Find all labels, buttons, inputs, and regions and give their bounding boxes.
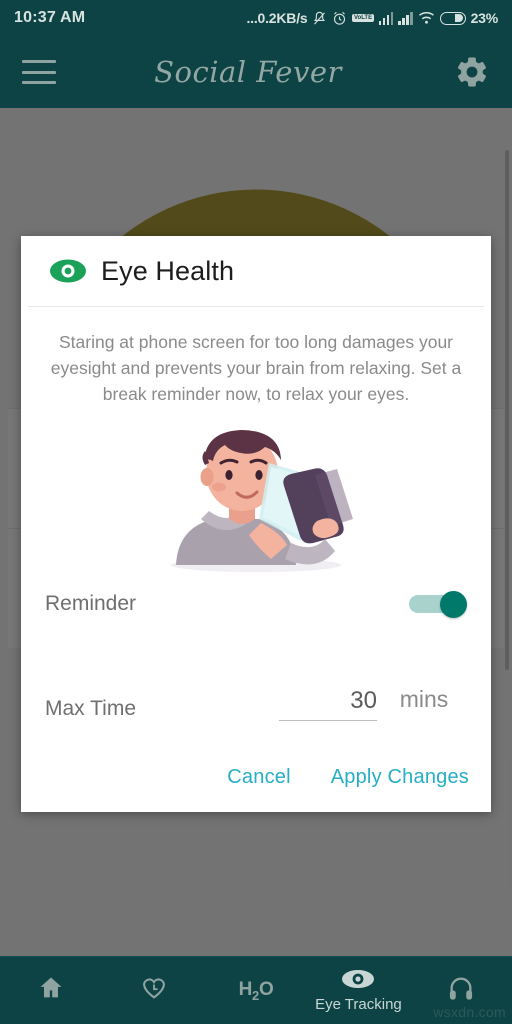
battery-icon	[439, 11, 466, 25]
eye-icon	[341, 969, 375, 994]
alarm-clock-icon	[332, 11, 347, 26]
app-title: Social Fever	[154, 55, 342, 89]
content-scrollbar[interactable]	[505, 150, 509, 670]
eye-icon	[49, 252, 87, 290]
apply-changes-button[interactable]: Apply Changes	[331, 766, 469, 789]
status-bar: 10:37 AM ...0.2KB/s VoLTE 23%	[0, 0, 512, 36]
gear-icon[interactable]	[454, 54, 490, 90]
toggle-thumb	[440, 591, 467, 618]
dialog-actions: Cancel Apply Changes	[21, 742, 491, 812]
dialog-description: Staring at phone screen for too long dam…	[50, 332, 462, 404]
battery-percent-label: 23%	[470, 10, 499, 26]
headphones-icon	[447, 974, 475, 1007]
dialog-header: Eye Health	[21, 236, 491, 306]
cancel-button[interactable]: Cancel	[227, 766, 290, 789]
phone-screen: 10:37 AM ...0.2KB/s VoLTE 23% Social Fev…	[0, 0, 512, 1024]
dialog-title: Eye Health	[101, 255, 235, 286]
nav-item-eye-tracking[interactable]: Eye Tracking	[307, 957, 409, 1024]
status-time: 10:37 AM	[14, 9, 86, 26]
boy-using-tablet-illustration	[21, 415, 491, 575]
status-icons: ...0.2KB/s VoLTE 23%	[246, 10, 498, 26]
nav-item-water[interactable]: H2O	[205, 957, 307, 1024]
max-time-unit: mins	[399, 686, 449, 712]
nav-item-health[interactable]	[102, 957, 204, 1024]
max-time-input[interactable]: 30	[279, 687, 377, 721]
signal-bars-icon	[398, 11, 413, 25]
reminder-toggle[interactable]	[409, 591, 467, 618]
nav-label-eye-tracking: Eye Tracking	[315, 995, 402, 1013]
max-time-label: Max Time	[45, 697, 137, 720]
volte-icon: VoLTE	[352, 14, 374, 22]
nav-item-home[interactable]	[0, 957, 102, 1024]
h2o-icon: H2O	[238, 978, 274, 1003]
home-icon	[37, 974, 65, 1007]
bell-muted-icon	[312, 11, 327, 26]
app-bar: Social Fever	[0, 36, 512, 108]
network-speed-label: ...0.2KB/s	[246, 10, 308, 26]
reminder-label: Reminder	[45, 592, 137, 615]
wifi-icon	[418, 11, 435, 25]
eye-health-dialog: Eye Health Staring at phone screen for t…	[21, 236, 491, 812]
max-time-row: Max Time 30 mins	[21, 667, 491, 721]
heart-clock-icon	[140, 974, 168, 1007]
watermark: wsxdn.com	[433, 1004, 506, 1020]
signal-bars-icon	[378, 11, 394, 25]
reminder-row: Reminder	[21, 575, 491, 633]
